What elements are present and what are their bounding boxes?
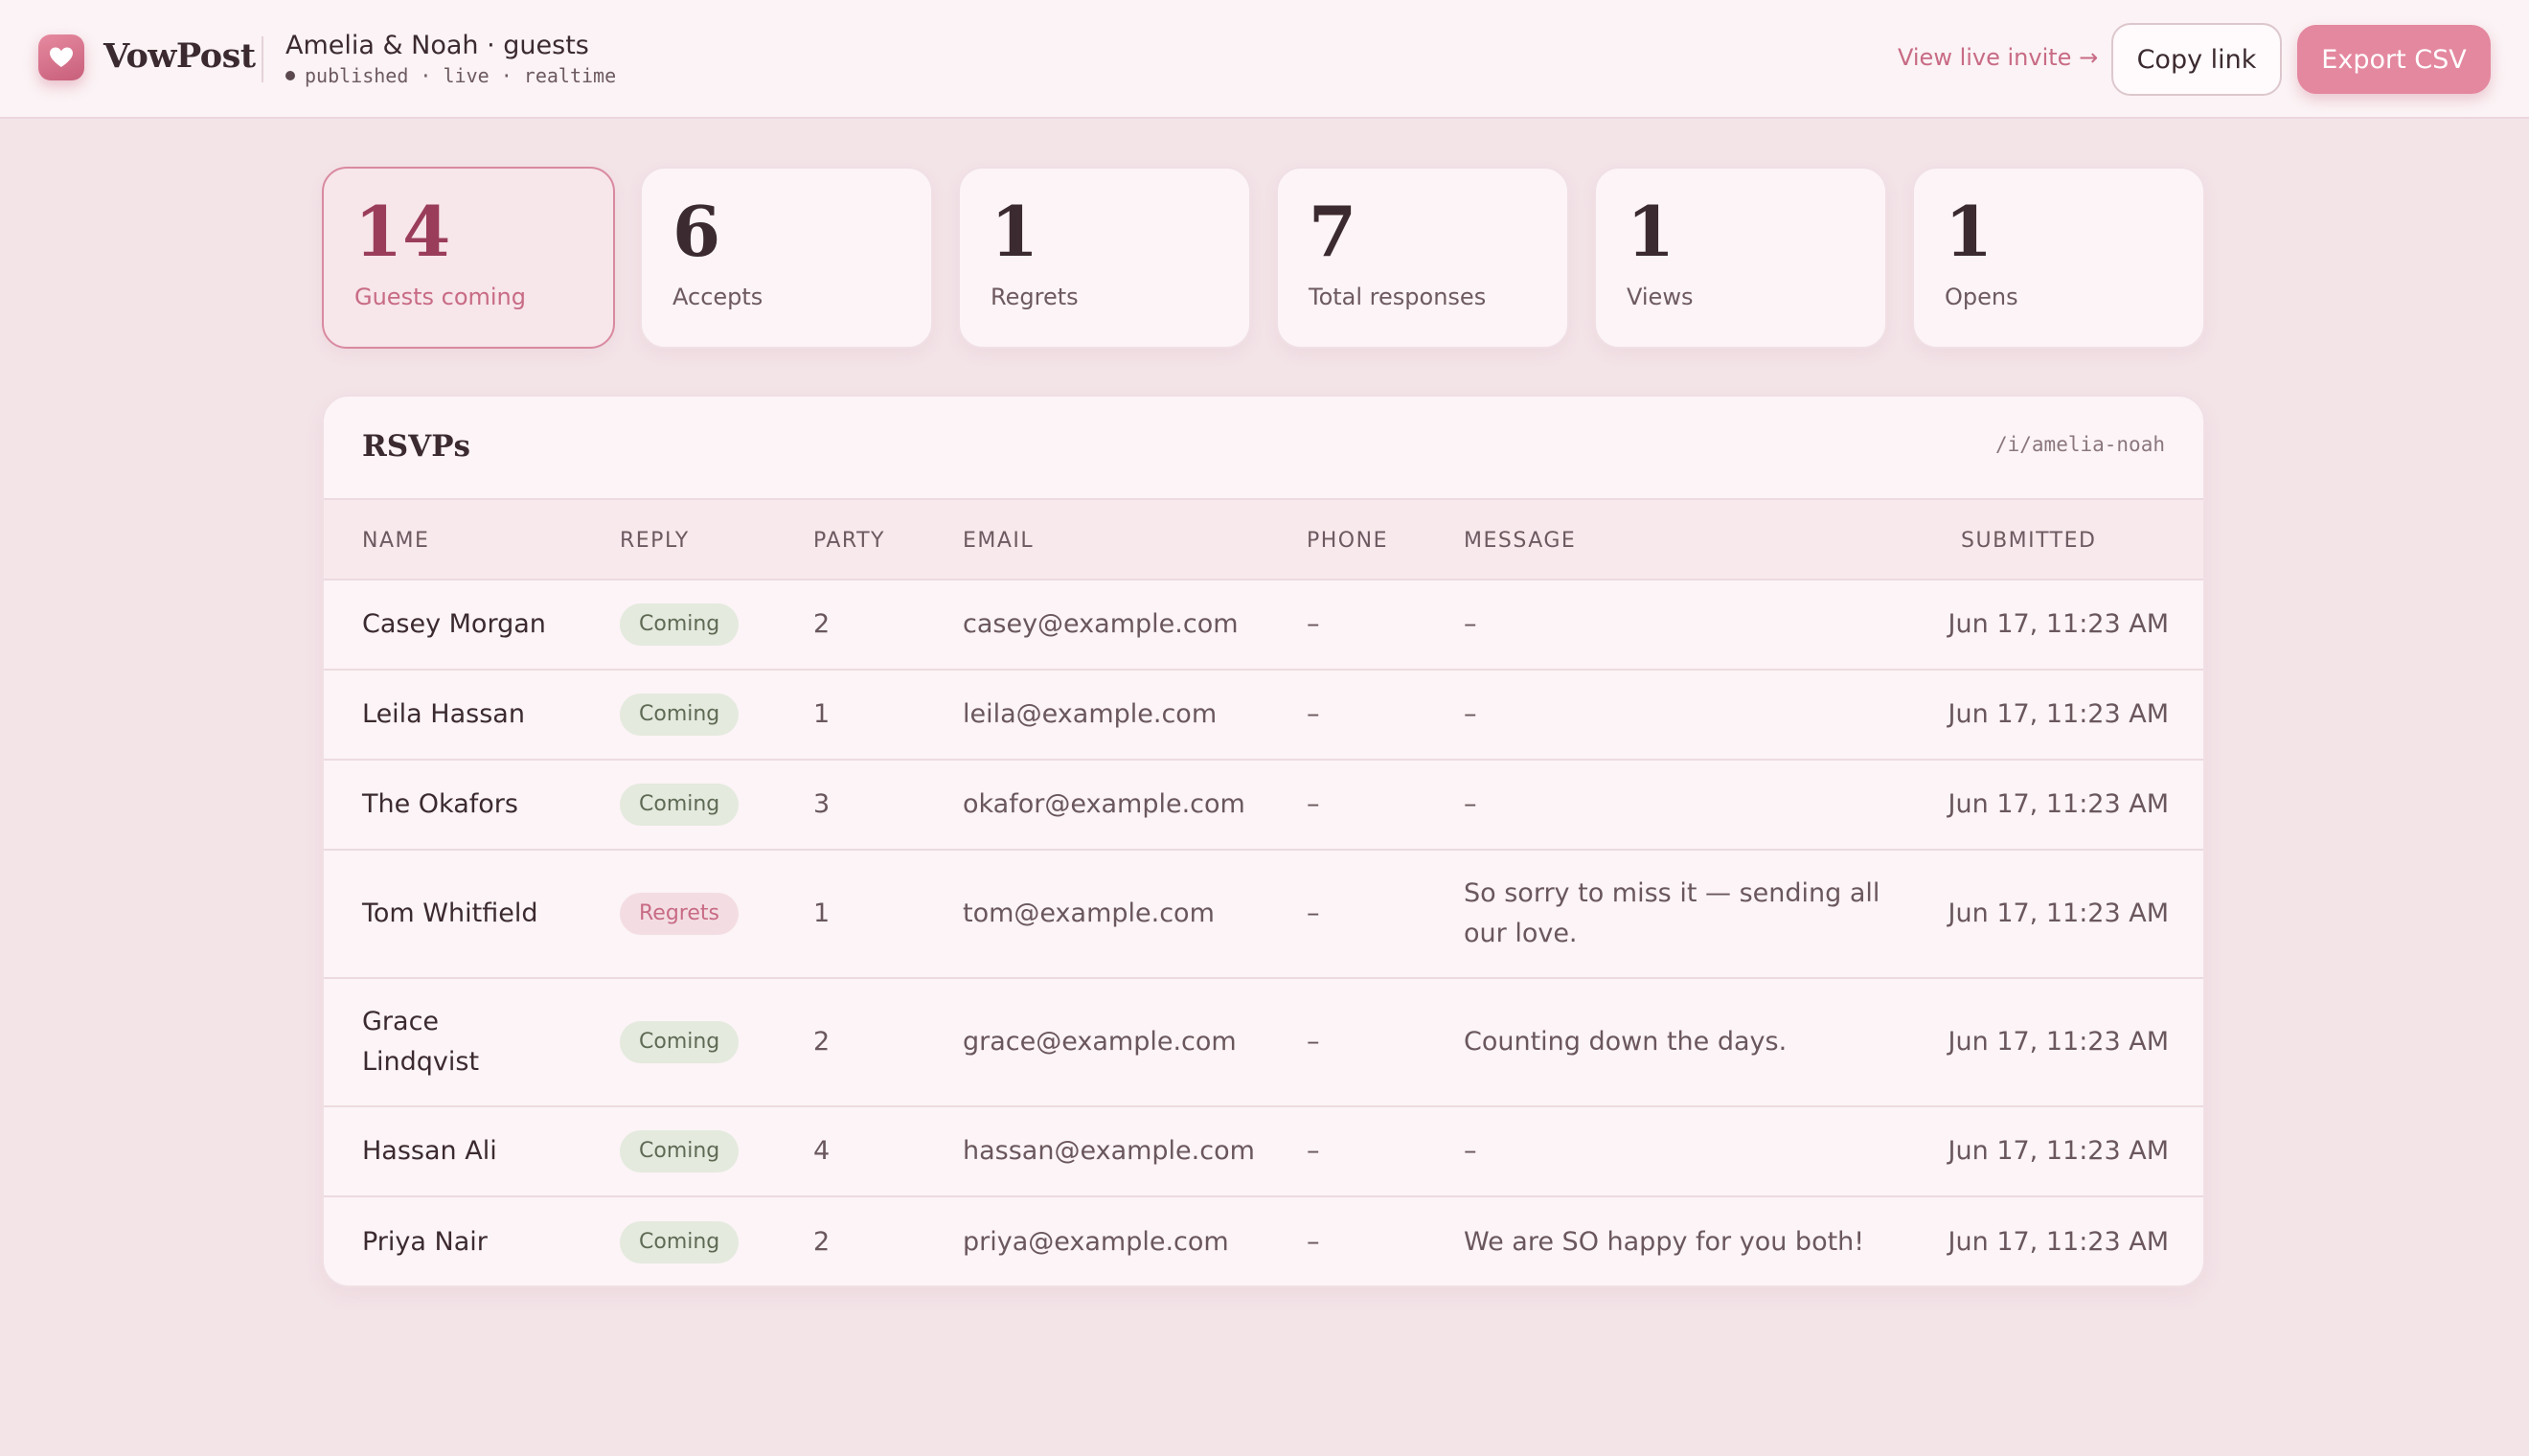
event-title: Amelia & Noah · guests [285,31,589,60]
stat-label: Accepts [672,284,763,310]
invite-slug: /i/amelia-noah [1994,433,2165,456]
guest-email: hassan@example.com [963,1136,1255,1166]
guest-name: The Okafors [362,789,518,819]
stat-value: 1 [991,191,1039,272]
submitted-time: Jun 17, 11:23 AM [1948,609,2169,639]
column-header-message: MESSAGE [1464,529,1577,553]
submitted-time: Jun 17, 11:23 AM [1948,899,2169,928]
submitted-time: Jun 17, 11:23 AM [1948,1136,2169,1166]
stat-label: Views [1627,284,1694,310]
table-row[interactable]: Grace Lindqvist Coming 2 grace@example.c… [324,979,2203,1107]
stat-card-opens: 1 Opens [1912,167,2205,349]
table-row[interactable]: Priya Nair Coming 2 priya@example.com – … [324,1197,2203,1285]
stat-card-total-responses: 7 Total responses [1276,167,1569,349]
guest-email: leila@example.com [963,699,1218,729]
guest-phone: – [1307,609,1320,639]
submitted-time: Jun 17, 11:23 AM [1948,1227,2169,1257]
stat-label: Regrets [991,284,1079,310]
stat-label: Opens [1945,284,2018,310]
guest-message: – [1464,609,1477,639]
stats-row: 14 Guests coming 6 Accepts 1 Regrets 7 T… [322,167,2205,349]
stat-card-guests-coming: 14 Guests coming [322,167,615,349]
stat-value: 6 [672,191,721,272]
event-status-text: published · live · realtime [305,64,617,87]
guest-name: Hassan Ali [362,1136,497,1166]
guest-name: Casey Morgan [362,609,546,639]
stat-label: Total responses [1309,284,1487,310]
reply-badge: Coming [620,1021,740,1063]
guest-phone: – [1307,699,1320,729]
guest-name: Leila Hassan [362,699,525,729]
column-header-phone: PHONE [1307,529,1388,553]
reply-badge: Coming [620,1221,740,1263]
table-row[interactable]: Casey Morgan Coming 2 casey@example.com … [324,580,2203,671]
table-row[interactable]: Hassan Ali Coming 4 hassan@example.com –… [324,1107,2203,1197]
table-row[interactable]: Leila Hassan Coming 1 leila@example.com … [324,671,2203,761]
party-size: 3 [813,789,831,819]
party-size: 2 [813,1027,831,1057]
guest-name: Grace Lindqvist [362,1007,480,1077]
guest-message: So sorry to miss it — sending all our lo… [1464,878,1880,948]
stat-card-regrets: 1 Regrets [958,167,1251,349]
party-size: 2 [813,1227,831,1257]
party-size: 4 [813,1136,831,1166]
guest-name: Priya Nair [362,1227,488,1257]
guest-email: okafor@example.com [963,789,1245,819]
header-divider [262,36,263,82]
column-header-reply: REPLY [620,529,690,553]
view-live-invite-link[interactable]: View live invite → [1898,44,2098,71]
event-status: published · live · realtime [285,64,616,87]
reply-badge: Coming [620,784,740,826]
stat-value: 1 [1627,191,1675,272]
stat-value: 14 [354,191,451,272]
table-row[interactable]: The Okafors Coming 3 okafor@example.com … [324,761,2203,851]
export-csv-button[interactable]: Export CSV [2297,25,2491,94]
stat-value: 1 [1945,191,1994,272]
stat-card-accepts: 6 Accepts [640,167,933,349]
guest-email: tom@example.com [963,899,1215,928]
top-bar: VowPost Amelia & Noah · guests published… [0,0,2529,119]
brand-name: VowPost [103,36,256,76]
guest-email: grace@example.com [963,1027,1237,1057]
submitted-time: Jun 17, 11:23 AM [1948,1027,2169,1057]
logo-badge[interactable] [38,34,84,80]
column-header-name: NAME [362,529,430,553]
table-header: NAME REPLY PARTY EMAIL PHONE MESSAGE SUB… [324,498,2203,580]
guest-message: – [1464,1136,1477,1166]
reply-badge: Coming [620,603,740,646]
reply-badge: Regrets [620,893,739,935]
guest-message: – [1464,699,1477,729]
party-size: 1 [813,899,831,928]
status-dot-icon [285,71,295,80]
guest-message: Counting down the days. [1464,1027,1788,1057]
reply-badge: Coming [620,1130,740,1172]
guest-email: priya@example.com [963,1227,1229,1257]
rsvp-table-title: RSVPs [362,429,470,464]
guest-message: – [1464,789,1477,819]
party-size: 2 [813,609,831,639]
guest-phone: – [1307,1136,1320,1166]
column-header-submitted: SUBMITTED [1961,529,2097,553]
submitted-time: Jun 17, 11:23 AM [1948,789,2169,819]
stat-card-views: 1 Views [1594,167,1887,349]
rsvp-table-card: RSVPs /i/amelia-noah NAME REPLY PARTY EM… [322,395,2205,1287]
guest-phone: – [1307,899,1320,928]
stat-label: Guests coming [354,284,526,310]
column-header-party: PARTY [813,529,885,553]
column-header-email: EMAIL [963,529,1035,553]
party-size: 1 [813,699,831,729]
guest-phone: – [1307,1227,1320,1257]
guest-name: Tom Whitfield [362,899,538,928]
heart-icon [50,47,73,67]
reply-badge: Coming [620,694,740,736]
table-row[interactable]: Tom Whitfield Regrets 1 tom@example.com … [324,851,2203,979]
guest-message: We are SO happy for you both! [1464,1227,1865,1257]
copy-link-button[interactable]: Copy link [2111,23,2282,96]
stat-value: 7 [1309,191,1357,272]
guest-phone: – [1307,789,1320,819]
guest-email: casey@example.com [963,609,1239,639]
guest-phone: – [1307,1027,1320,1057]
submitted-time: Jun 17, 11:23 AM [1948,699,2169,729]
